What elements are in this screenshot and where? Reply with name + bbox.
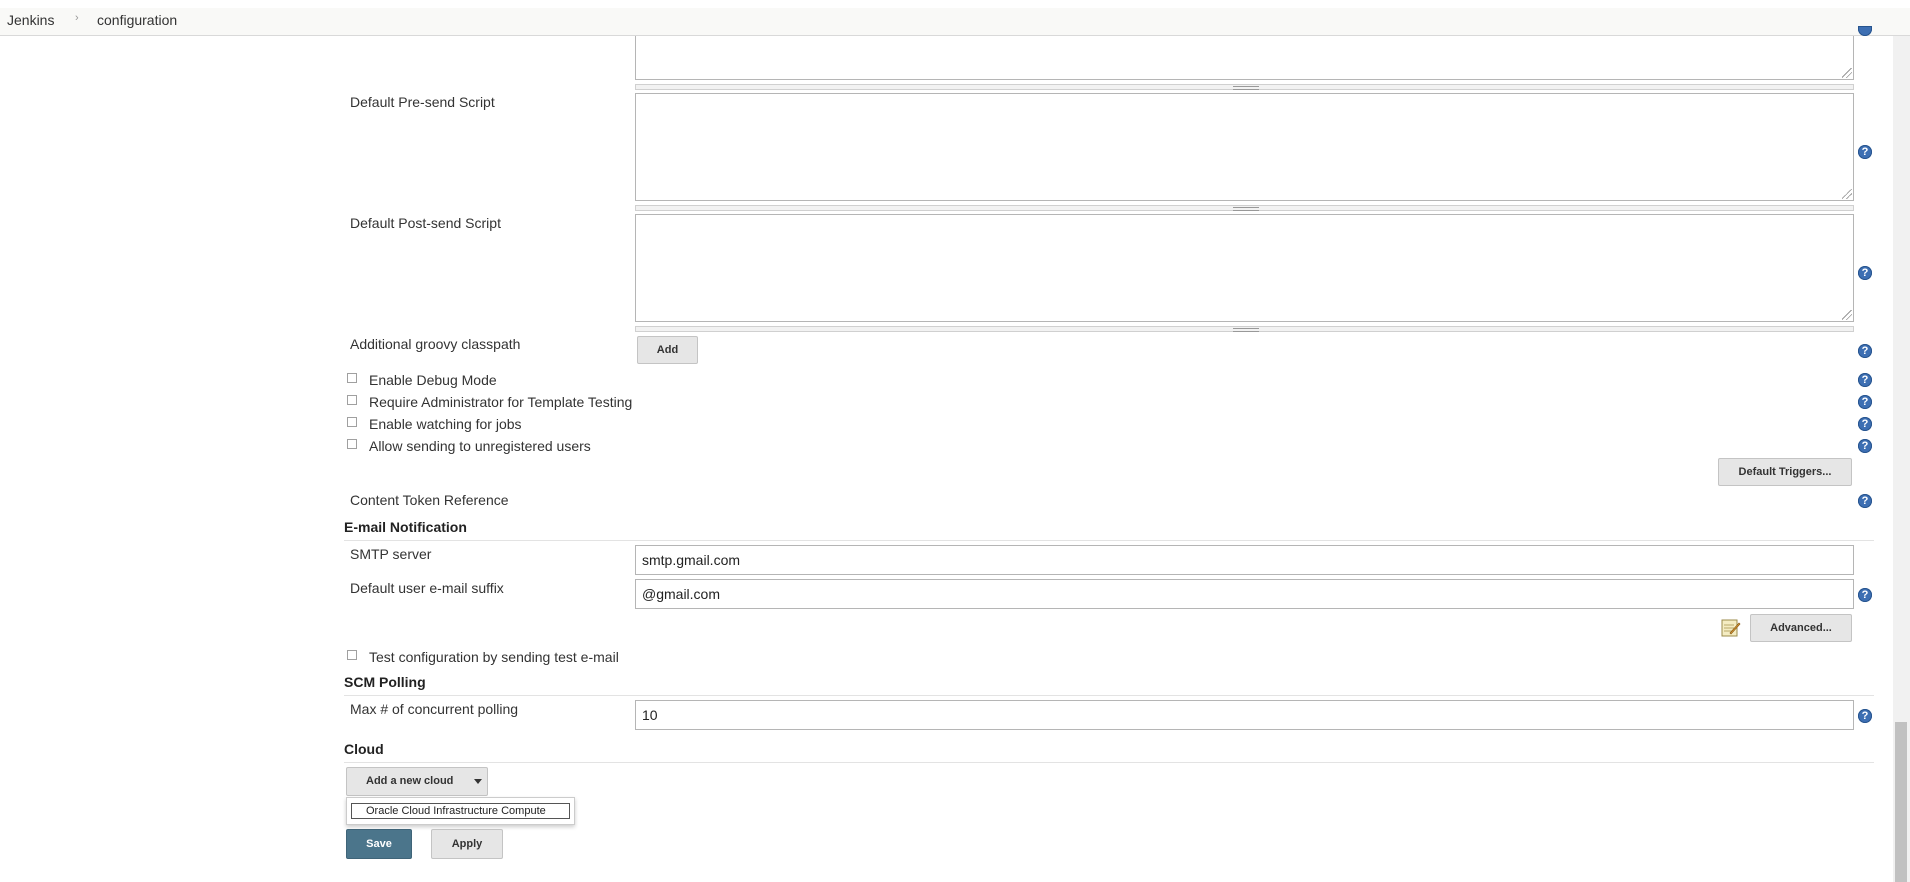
- help-icon[interactable]: ?: [1858, 145, 1872, 159]
- email-suffix-label: Default user e-mail suffix: [350, 580, 504, 596]
- add-new-cloud-label: Add a new cloud: [366, 775, 454, 787]
- groovy-classpath-label: Additional groovy classpath: [350, 336, 521, 352]
- textarea-drag-bar[interactable]: [635, 84, 1854, 90]
- notepad-icon[interactable]: [1721, 618, 1741, 638]
- max-concurrent-polling-label: Max # of concurrent polling: [350, 701, 519, 717]
- debug-mode-label: Enable Debug Mode: [369, 372, 497, 388]
- email-notification-heading: E-mail Notification: [344, 519, 467, 535]
- textarea-drag-bar[interactable]: [635, 326, 1854, 332]
- textarea-drag-bar[interactable]: [635, 205, 1854, 211]
- help-icon[interactable]: ?: [1858, 588, 1872, 602]
- help-icon[interactable]: ?: [1858, 439, 1872, 453]
- cloud-dropdown-menu: Oracle Cloud Infrastructure Compute: [346, 797, 575, 825]
- max-concurrent-polling-input[interactable]: 10: [635, 700, 1854, 730]
- breadcrumb-configuration[interactable]: configuration: [97, 12, 177, 28]
- admin-template-testing-checkbox[interactable]: [347, 395, 357, 405]
- section-divider: [344, 540, 1874, 541]
- cloud-heading: Cloud: [344, 741, 384, 757]
- add-new-cloud-button[interactable]: Add a new cloud: [346, 767, 488, 796]
- watching-jobs-checkbox[interactable]: [347, 417, 357, 427]
- add-classpath-button[interactable]: Add: [637, 336, 698, 364]
- default-triggers-button[interactable]: Default Triggers...: [1718, 458, 1852, 486]
- template-textarea-partial[interactable]: [635, 36, 1854, 80]
- post-send-script-label: Default Post-send Script: [350, 215, 501, 231]
- dropdown-item-oracle-cloud[interactable]: Oracle Cloud Infrastructure Compute: [351, 803, 570, 819]
- smtp-server-input[interactable]: smtp.gmail.com: [635, 545, 1854, 575]
- pre-send-script-label: Default Pre-send Script: [350, 94, 495, 110]
- help-icon[interactable]: ?: [1858, 395, 1872, 409]
- save-button[interactable]: Save: [346, 829, 412, 859]
- admin-template-testing-label: Require Administrator for Template Testi…: [369, 394, 633, 410]
- pre-send-script-textarea[interactable]: [635, 93, 1854, 201]
- resize-grip-icon[interactable]: [1842, 189, 1852, 199]
- help-icon[interactable]: ?: [1858, 709, 1872, 723]
- breadcrumb-separator[interactable]: ›: [75, 12, 79, 24]
- scm-polling-heading: SCM Polling: [344, 674, 426, 690]
- section-divider: [344, 695, 1874, 696]
- resize-grip-icon[interactable]: [1842, 68, 1852, 78]
- help-icon[interactable]: ?: [1858, 266, 1872, 280]
- unregistered-users-label: Allow sending to unregistered users: [369, 438, 591, 454]
- test-email-checkbox[interactable]: [347, 650, 357, 660]
- unregistered-users-checkbox[interactable]: [347, 439, 357, 449]
- advanced-button[interactable]: Advanced...: [1750, 614, 1852, 642]
- help-icon[interactable]: ?: [1858, 344, 1872, 358]
- apply-button[interactable]: Apply: [431, 829, 503, 859]
- email-suffix-input[interactable]: @gmail.com: [635, 579, 1854, 609]
- help-icon[interactable]: ?: [1858, 417, 1872, 431]
- debug-mode-checkbox[interactable]: [347, 373, 357, 383]
- help-icon[interactable]: ?: [1858, 373, 1872, 387]
- breadcrumb-bar: Jenkins › configuration: [0, 0, 1910, 36]
- chevron-down-icon: [474, 779, 482, 784]
- scrollbar-thumb[interactable]: [1895, 722, 1907, 882]
- section-divider: [344, 762, 1874, 763]
- watching-jobs-label: Enable watching for jobs: [369, 416, 522, 432]
- test-email-label: Test configuration by sending test e-mai…: [369, 649, 619, 665]
- post-send-script-textarea[interactable]: [635, 214, 1854, 322]
- breadcrumb-jenkins[interactable]: Jenkins: [7, 12, 54, 28]
- resize-grip-icon[interactable]: [1842, 310, 1852, 320]
- content-token-reference-label: Content Token Reference: [350, 492, 509, 508]
- help-icon[interactable]: ?: [1858, 494, 1872, 508]
- smtp-server-label: SMTP server: [350, 546, 432, 562]
